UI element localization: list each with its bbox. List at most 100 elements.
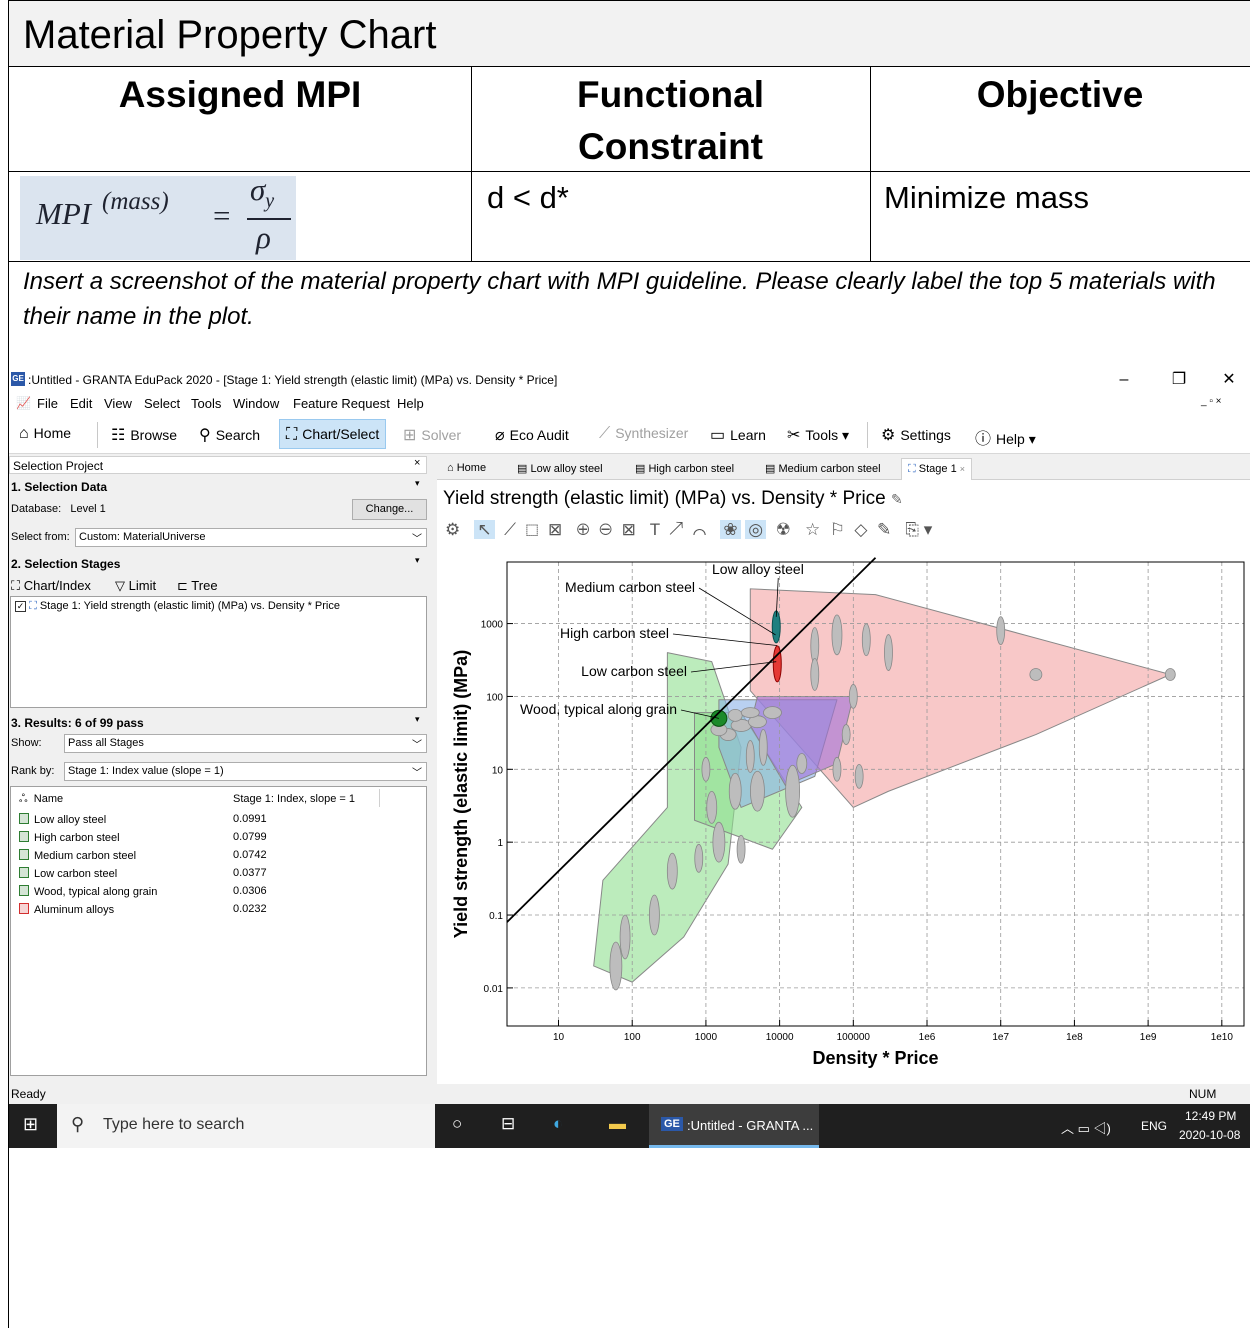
result-row[interactable]: Aluminum alloys	[19, 903, 114, 916]
eraser-icon[interactable]: ◇	[854, 520, 867, 539]
change-button[interactable]: Change...	[352, 499, 427, 520]
material-label: Wood, typical along grain	[520, 701, 677, 717]
material-bubble	[619, 914, 631, 960]
menu-select[interactable]: Select	[144, 396, 180, 411]
windows-start-icon[interactable]: ⊞	[23, 1114, 38, 1135]
clock-date[interactable]: 2020-10-08	[1179, 1128, 1240, 1142]
result-row[interactable]: High carbon steel	[19, 831, 120, 844]
y-tick-label: 1000	[481, 620, 504, 631]
clear-selection-icon[interactable]: ⊠	[548, 520, 562, 539]
tab-home[interactable]: ⌂ Home	[441, 458, 492, 480]
tab-high-carbon-steel[interactable]: ▤ High carbon steel	[629, 458, 740, 480]
result-row[interactable]: Medium carbon steel	[19, 849, 136, 862]
zoom-in-icon[interactable]: ⊕	[576, 520, 589, 539]
stage-item[interactable]: ✓ ⛶ Stage 1: Yield strength (elastic lim…	[15, 600, 340, 613]
export-icon[interactable]: ⎘ ▾	[905, 520, 932, 539]
file-explorer-icon[interactable]: ▬	[609, 1114, 626, 1134]
close-button[interactable]: ✕	[1209, 368, 1249, 394]
menu-tools[interactable]: Tools	[191, 396, 221, 411]
stage-limit-button[interactable]: ▽ Limit	[115, 578, 156, 594]
learn-button[interactable]: ▭ Learn	[704, 419, 772, 449]
material-bubble	[884, 634, 893, 671]
chart-settings-icon[interactable]: ⚙	[445, 520, 460, 539]
pointer-icon[interactable]: ↖	[474, 520, 495, 539]
tab-medium-carbon-steel[interactable]: ▤ Medium carbon steel	[759, 458, 887, 480]
taskbar-search[interactable]: ⚲ Type here to search	[57, 1104, 435, 1148]
edge-icon[interactable]: ◐	[553, 1114, 563, 1134]
chart-select-button[interactable]: ⛶ Chart/Select	[279, 419, 387, 449]
panel-close-icon[interactable]: ×	[414, 457, 420, 469]
line-select-icon[interactable]: ⟋	[504, 520, 516, 539]
families-icon[interactable]: ❀	[720, 520, 741, 539]
windows-taskbar: ⊞ ⚲ Type here to search ○ ⊟ ◐ ▬ GE :Unti…	[9, 1104, 1250, 1148]
browse-icon: ☷	[111, 427, 126, 444]
stage-tree-button[interactable]: ⊏ Tree	[177, 578, 218, 594]
hide-failed-icon[interactable]: ☢	[776, 520, 791, 539]
datasheet-icon	[19, 849, 29, 860]
material-bubble	[727, 708, 743, 722]
material-bubble	[706, 791, 718, 824]
tab-stage-1[interactable]: ⛶ Stage 1 ×	[901, 458, 973, 480]
browse-button[interactable]: ☷ Browse	[105, 419, 183, 449]
system-tray-icons[interactable]: ︿ ▭ ◁)	[1061, 1118, 1111, 1137]
collapse-arrow-icon[interactable]: ▾	[415, 478, 420, 489]
result-row[interactable]: Low alloy steel	[19, 813, 106, 826]
home-button[interactable]: ⌂ Home	[13, 419, 77, 449]
pencil-icon[interactable]: ✎	[877, 520, 891, 539]
select-from-dropdown[interactable]: Custom: MaterialUniverse ﹀	[75, 528, 427, 547]
help-button[interactable]: ⓘ Help ▾	[969, 419, 1042, 449]
restore-button[interactable]: ❐	[1159, 368, 1199, 394]
favourite-icon[interactable]: ☆	[805, 520, 820, 539]
clock-time[interactable]: 12:49 PM	[1185, 1109, 1236, 1123]
tools-icon: ✂	[787, 427, 801, 444]
task-view-icon[interactable]: ⊟	[501, 1114, 515, 1134]
menu-help[interactable]: Help	[397, 396, 424, 411]
menu-feature-request[interactable]: Feature Request	[293, 396, 390, 411]
eco-audit-button[interactable]: ⌀ Eco Audit	[489, 419, 575, 449]
pin-icon[interactable]: ⚐	[830, 520, 845, 539]
x-tick-label: 100	[624, 1032, 641, 1043]
collapse-arrow-icon[interactable]: ▾	[415, 714, 420, 725]
envelope-icon[interactable]: ◎	[745, 520, 767, 539]
settings-button[interactable]: ⚙ Settings	[875, 419, 957, 449]
sort-icon: ஃ	[19, 793, 28, 805]
search-button[interactable]: ⚲ Search	[193, 419, 266, 449]
home-icon: ⌂	[447, 462, 454, 474]
chevron-down-icon: ﹀	[412, 534, 422, 545]
menu-file[interactable]: File	[37, 396, 58, 411]
material-bubble	[609, 941, 623, 991]
result-row[interactable]: Low carbon steel	[19, 867, 117, 880]
mdi-minimize-icon[interactable]: _ ▫ ×	[1201, 396, 1222, 407]
cortana-icon[interactable]: ○	[452, 1114, 462, 1134]
zoom-fit-icon[interactable]: ⊠	[622, 520, 636, 539]
section-selection-stages: 2. Selection Stages	[11, 557, 121, 571]
collapse-arrow-icon[interactable]: ▾	[415, 555, 420, 566]
zoom-out-icon[interactable]: ⊖	[599, 520, 612, 539]
menu-edit[interactable]: Edit	[70, 396, 92, 411]
material-bubble	[854, 763, 864, 789]
curve-icon[interactable]: ⌒	[693, 520, 706, 539]
column-name[interactable]: ஃ Name	[19, 793, 63, 807]
taskbar-granta-app[interactable]: GE :Untitled - GRANTA ...	[649, 1104, 819, 1148]
text-icon[interactable]: T	[650, 520, 660, 539]
menu-window[interactable]: Window	[233, 396, 279, 411]
column-index[interactable]: Stage 1: Index, slope = 1	[233, 793, 355, 805]
show-dropdown[interactable]: Pass all Stages ﹀	[64, 734, 427, 753]
stage-chart-index-button[interactable]: ⛶ Chart/Index	[11, 578, 91, 594]
result-row[interactable]: Wood, typical along grain	[19, 885, 157, 898]
box-select-icon[interactable]: ⬚	[525, 520, 538, 539]
tab-low-alloy-steel[interactable]: ▤ Low alloy steel	[511, 458, 609, 480]
tools-button[interactable]: ✂ Tools ▾	[781, 419, 855, 449]
x-tick-label: 100000	[837, 1032, 871, 1043]
synthesizer-button[interactable]: ⟋ Synthesizer	[593, 419, 694, 449]
material-bubble	[666, 852, 678, 890]
solver-button[interactable]: ⊞ Solver	[397, 419, 467, 449]
minimize-button[interactable]: –	[1104, 368, 1144, 394]
language-indicator[interactable]: ENG	[1141, 1119, 1167, 1133]
y-tick-label: 10	[492, 765, 504, 776]
rank-by-dropdown[interactable]: Stage 1: Index value (slope = 1) ﹀	[64, 762, 427, 781]
arrow-icon[interactable]: ↗	[670, 520, 684, 539]
menu-view[interactable]: View	[104, 396, 132, 411]
property-chart[interactable]: Low alloy steel Medium carbon steel High c…	[437, 554, 1250, 1084]
book-icon: ▭	[710, 427, 726, 444]
